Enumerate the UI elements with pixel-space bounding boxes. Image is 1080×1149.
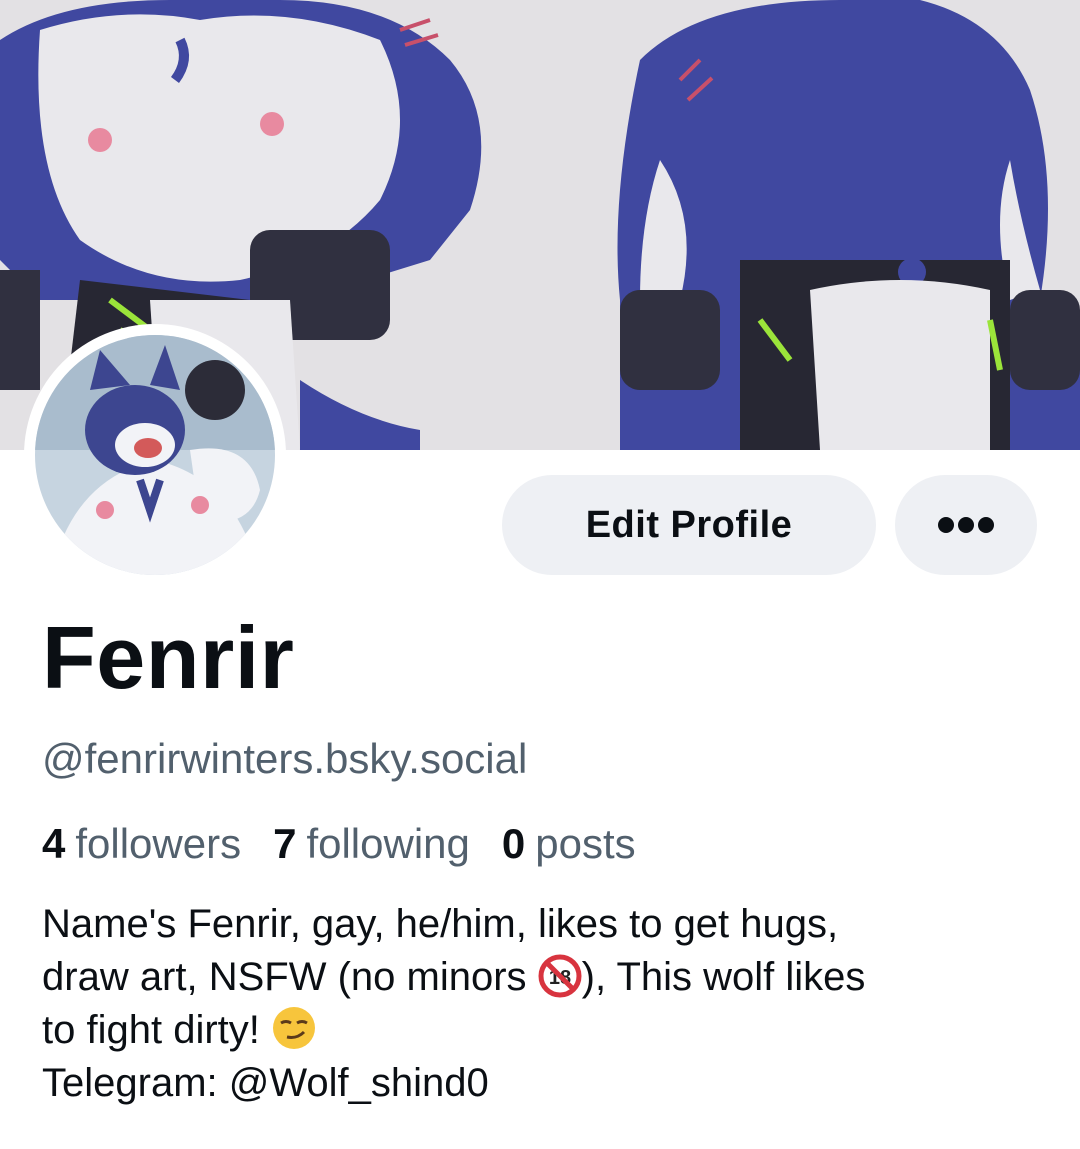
smirking-face-icon xyxy=(272,1007,315,1049)
bio-text: ), This wolf likes xyxy=(581,955,866,999)
followers-count: 4 xyxy=(42,820,66,867)
ellipsis-icon xyxy=(938,517,994,533)
posts-label: posts xyxy=(535,820,636,867)
profile-stats: 4 followers 7 following 0 posts xyxy=(42,820,636,868)
bio-text: to fight dirty! xyxy=(42,1008,271,1052)
no-one-under-eighteen-icon: 18 xyxy=(538,954,582,998)
following-count: 7 xyxy=(273,820,297,867)
followers-label: followers xyxy=(75,820,242,867)
bio-line: draw art, NSFW (no minors 18 ), This wol… xyxy=(42,951,1052,1004)
following-label: following xyxy=(306,820,470,867)
posts-stat: 0 posts xyxy=(502,820,636,868)
avatar-wolf-image xyxy=(30,330,280,580)
profile-handle: @fenrirwinters.bsky.social xyxy=(42,735,528,782)
more-options-button[interactable] xyxy=(895,475,1037,575)
followers-stat[interactable]: 4 followers xyxy=(42,820,241,868)
bio-line: Name's Fenrir, gay, he/him, likes to get… xyxy=(42,902,839,946)
avatar[interactable] xyxy=(30,330,280,580)
bio-line: to fight dirty! xyxy=(42,1004,1052,1057)
following-stat[interactable]: 7 following xyxy=(273,820,470,868)
edit-profile-button[interactable]: Edit Profile xyxy=(502,475,876,575)
display-name: Fenrir xyxy=(42,608,295,707)
bio-line: Telegram: @Wolf_shind0 xyxy=(42,1061,489,1105)
posts-count: 0 xyxy=(501,820,526,867)
bio-text: draw art, NSFW (no minors xyxy=(42,955,538,999)
profile-bio: Name's Fenrir, gay, he/him, likes to get… xyxy=(42,898,1052,1110)
